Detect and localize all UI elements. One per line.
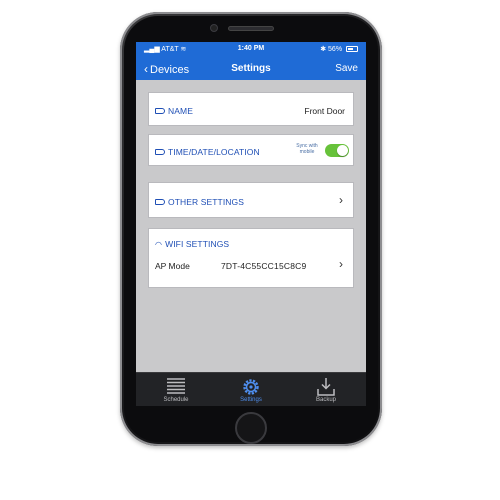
tab-schedule[interactable]: Schedule [138, 373, 214, 406]
name-label-group: NAME [155, 106, 193, 116]
ap-network-name: 7DT-4C55CC15C8C9 [221, 261, 307, 271]
sync-with-mobile-label: Sync with mobile [296, 143, 318, 155]
phone-screen: ▂▄▆ AT&T ≋ 1:40 PM ✱ 56% ‹ Devices Settin… [136, 42, 366, 406]
status-right: ✱ 56% [320, 45, 358, 53]
tag-icon [155, 199, 165, 205]
toggle-knob [337, 145, 348, 156]
other-settings-row[interactable]: OTHER SETTINGS › [148, 182, 354, 218]
navigation-bar: ‹ Devices Settings Save [136, 56, 366, 80]
earpiece-speaker [228, 26, 274, 31]
time-date-location-row[interactable]: TIME/DATE/LOCATION Sync with mobile [148, 134, 354, 166]
time-date-location-label: TIME/DATE/LOCATION [168, 147, 260, 157]
gear-icon [243, 379, 259, 395]
name-row[interactable]: NAME Front Door [148, 92, 354, 126]
schedule-list-icon [167, 378, 185, 394]
tab-backup[interactable]: Backup [288, 373, 364, 406]
status-bar: ▂▄▆ AT&T ≋ 1:40 PM ✱ 56% [136, 42, 366, 56]
front-camera [210, 24, 218, 32]
tag-icon [155, 108, 165, 114]
home-button[interactable] [235, 412, 267, 444]
tab-settings-label: Settings [240, 397, 262, 403]
bluetooth-icon: ✱ [320, 46, 327, 53]
wifi-settings-card: ◠ WIFI SETTINGS AP Mode 7DT-4C55CC15C8C9 … [148, 228, 354, 288]
device-name-value: Front Door [304, 106, 345, 116]
name-label: NAME [168, 106, 193, 116]
download-icon [317, 378, 335, 396]
other-settings-label-group: OTHER SETTINGS [155, 197, 244, 207]
tab-settings[interactable]: Settings [213, 373, 289, 406]
battery-percent: 56% [328, 46, 343, 53]
tab-schedule-label: Schedule [163, 397, 189, 403]
save-button[interactable]: Save [335, 63, 358, 74]
tab-bar: Schedule Settings Backup [136, 372, 366, 406]
chevron-right-icon: › [339, 257, 343, 271]
chevron-right-icon: › [339, 193, 343, 207]
sync-with-mobile-toggle[interactable] [325, 144, 349, 157]
tag-icon [155, 149, 165, 155]
wifi-icon: ◠ [155, 240, 163, 249]
other-settings-label: OTHER SETTINGS [168, 197, 245, 207]
page-title: Settings [231, 63, 271, 74]
ap-mode-label: AP Mode [155, 261, 190, 271]
battery-icon [346, 46, 358, 52]
time-date-location-label-group: TIME/DATE/LOCATION [155, 147, 260, 157]
wifi-settings-label: WIFI SETTINGS [165, 239, 230, 249]
wifi-settings-label-group: ◠ WIFI SETTINGS [155, 239, 229, 249]
tab-backup-label: Backup [315, 397, 336, 403]
